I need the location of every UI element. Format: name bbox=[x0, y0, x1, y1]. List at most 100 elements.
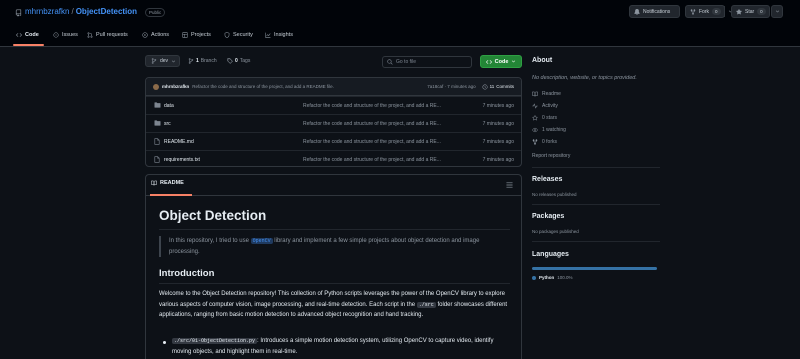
chevron-down-icon bbox=[171, 59, 176, 64]
repo-header: mhrnbzrafkn / ObjectDetection Public Notif… bbox=[0, 0, 800, 47]
pulse-icon bbox=[532, 103, 538, 109]
branch-icon bbox=[151, 58, 157, 64]
languages-heading: Languages bbox=[532, 251, 569, 258]
outline-icon[interactable] bbox=[506, 182, 513, 188]
tab-code[interactable]: Code bbox=[16, 28, 39, 41]
commits-link[interactable]: 11 Commits bbox=[482, 83, 514, 90]
code-icon bbox=[485, 59, 492, 65]
code-dropdown-button[interactable]: Code bbox=[480, 55, 522, 68]
folder-icon bbox=[154, 102, 161, 108]
history-icon bbox=[482, 83, 488, 90]
eye-icon bbox=[532, 127, 538, 133]
divider bbox=[532, 241, 660, 242]
packages-empty: No packages published bbox=[532, 229, 579, 234]
file-commit-message[interactable]: Refactor the code and structure of the p… bbox=[303, 157, 465, 163]
chevron-down-icon bbox=[511, 59, 516, 64]
file-name[interactable]: requirements.txt bbox=[164, 157, 200, 163]
star-icon bbox=[532, 115, 538, 121]
tab-security[interactable]: Security bbox=[224, 28, 253, 41]
forks-link[interactable]: 0 forks bbox=[532, 139, 557, 145]
tag-icon bbox=[227, 58, 233, 64]
file-icon bbox=[154, 156, 160, 163]
packages-heading[interactable]: Packages bbox=[532, 213, 564, 220]
tab-label: Insights bbox=[274, 31, 293, 38]
file-row[interactable]: src Refactor the code and structure of t… bbox=[146, 114, 521, 132]
file-icon bbox=[154, 138, 160, 145]
repo-owner-link[interactable]: mhrnbzrafkn bbox=[25, 7, 69, 16]
tags-link[interactable]: 0 Tags bbox=[227, 58, 250, 64]
tab-label: Pull requests bbox=[96, 31, 128, 38]
tab-issues[interactable]: Issues bbox=[53, 28, 78, 41]
tags-label: Tags bbox=[239, 58, 251, 64]
branches-link[interactable]: 1 Branch bbox=[188, 58, 217, 64]
file-time: 7 minutes ago bbox=[482, 121, 514, 127]
tab-label: Security bbox=[233, 31, 253, 38]
tab-pull-requests[interactable]: Pull requests bbox=[87, 28, 128, 41]
readme-link[interactable]: Readme bbox=[532, 91, 561, 97]
quote-text-start: In this repository, I tried to use bbox=[169, 238, 249, 244]
tab-actions[interactable]: Actions bbox=[142, 28, 169, 41]
releases-heading[interactable]: Releases bbox=[532, 176, 562, 183]
file-commit-message[interactable]: Refactor the code and structure of the p… bbox=[303, 103, 465, 109]
divider bbox=[159, 229, 510, 230]
branches-count: 1 bbox=[196, 58, 199, 64]
report-repository-link[interactable]: Report repository bbox=[532, 153, 570, 159]
language-percent: 100.0% bbox=[557, 275, 573, 280]
star-list-dropdown[interactable] bbox=[771, 5, 783, 18]
code-button-label: Code bbox=[494, 58, 509, 65]
stars-label: 0 stars bbox=[542, 115, 558, 121]
commit-message[interactable]: Refactor the code and structure of the p… bbox=[192, 84, 423, 89]
pull-request-icon bbox=[87, 31, 93, 38]
tab-label: Code bbox=[25, 31, 39, 38]
inline-code: ./src bbox=[416, 301, 436, 308]
notifications-button[interactable]: Notifications bbox=[629, 5, 680, 18]
readme-header: README bbox=[146, 175, 521, 196]
commit-meta[interactable]: 7a18caf · 7 minutes ago bbox=[427, 84, 475, 89]
readme-title: Object Detection bbox=[159, 208, 267, 223]
search-icon bbox=[387, 59, 393, 65]
file-row[interactable]: requirements.txt Refactor the code and s… bbox=[146, 150, 521, 166]
branch-icon bbox=[188, 58, 194, 64]
branch-name: dev bbox=[160, 58, 169, 64]
fork-icon bbox=[690, 8, 696, 15]
file-name[interactable]: src bbox=[164, 121, 171, 127]
language-bar bbox=[532, 267, 657, 270]
active-tab-indicator bbox=[150, 194, 192, 196]
repo-name-link[interactable]: ObjectDetection bbox=[76, 7, 137, 16]
watchers-link[interactable]: 1 watching bbox=[532, 127, 566, 133]
language-color-dot bbox=[532, 275, 536, 280]
latest-commit-bar: mhrnbzrafkn Refactor the code and struct… bbox=[146, 78, 521, 96]
shield-icon bbox=[224, 31, 230, 38]
file-row[interactable]: data Refactor the code and structure of … bbox=[146, 96, 521, 114]
readme-link-label: Readme bbox=[542, 91, 561, 97]
stars-link[interactable]: 0 stars bbox=[532, 115, 557, 121]
file-time: 7 minutes ago bbox=[482, 139, 514, 145]
file-name[interactable]: data bbox=[164, 103, 174, 109]
language-item-python[interactable]: Python 100.0% bbox=[532, 275, 573, 280]
search-placeholder: Go to file bbox=[396, 59, 417, 65]
visibility-badge: Public bbox=[145, 8, 166, 17]
readme-tab-label: README bbox=[160, 180, 184, 186]
divider bbox=[532, 167, 660, 168]
activity-link[interactable]: Activity bbox=[532, 103, 558, 109]
commit-author[interactable]: mhrnbzrafkn bbox=[162, 84, 189, 89]
chevron-down-icon bbox=[775, 9, 780, 14]
file-name[interactable]: README.md bbox=[164, 139, 194, 145]
file-commit-message[interactable]: Refactor the code and structure of the p… bbox=[303, 139, 465, 145]
readme-tab[interactable]: README bbox=[151, 180, 184, 186]
star-button[interactable]: Star 0 bbox=[731, 5, 770, 18]
repo-icon bbox=[15, 9, 22, 17]
go-to-file-input[interactable]: Go to file bbox=[382, 56, 472, 68]
fork-button[interactable]: Fork 0 bbox=[685, 5, 732, 18]
file-commit-message[interactable]: Refactor the code and structure of the p… bbox=[303, 121, 465, 127]
list-bullet bbox=[163, 341, 166, 344]
file-row[interactable]: README.md Refactor the code and structur… bbox=[146, 132, 521, 150]
section-heading: Introduction bbox=[159, 268, 215, 279]
commits-label: Commits bbox=[496, 84, 514, 89]
tab-projects[interactable]: Projects bbox=[182, 28, 211, 41]
language-bar-fill bbox=[532, 267, 657, 270]
tab-insights[interactable]: Insights bbox=[265, 28, 293, 41]
repo-description: No description, website, or topics provi… bbox=[532, 75, 637, 81]
avatar[interactable] bbox=[153, 83, 159, 90]
branch-selector[interactable]: dev bbox=[145, 55, 180, 67]
